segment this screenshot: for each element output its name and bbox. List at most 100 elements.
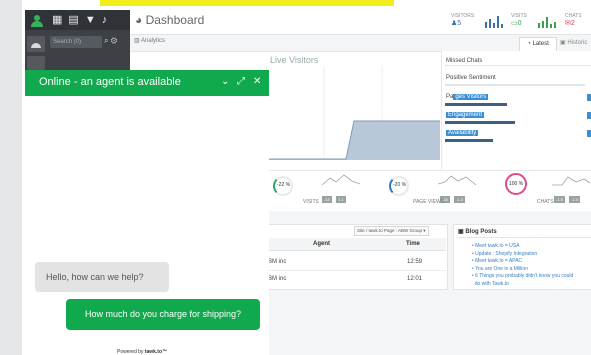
gauge-mini-stats: -1.5 -1.4 xyxy=(554,188,581,206)
gauge-label: VISITS xyxy=(303,199,319,205)
stat-chats[interactable]: CHATS ✉2 xyxy=(565,13,582,27)
blog-icon: ▣ xyxy=(458,229,464,235)
blog-link[interactable]: You are One in a Million xyxy=(475,266,528,272)
engagement-bar xyxy=(445,121,515,124)
left-strip xyxy=(0,0,22,355)
label-highlight: ges Visitors xyxy=(453,94,489,100)
column-time: Time xyxy=(406,241,420,247)
gauge-mini-stats: -14 1.1 xyxy=(322,188,346,206)
mini-stat: -1.4 xyxy=(569,196,581,203)
chevron-down-icon[interactable]: ⌄ xyxy=(221,76,229,87)
site-filter-select[interactable]: Site / tawk.to Page : ABW Group ▾ xyxy=(354,226,429,236)
sidebar-search-icons[interactable]: ⌕ ⚙ xyxy=(104,36,117,46)
cell-time: 12:59 xyxy=(407,259,423,265)
live-visitors-title: Live Visitors xyxy=(270,55,319,65)
pages-visitors-bar xyxy=(445,103,507,106)
blog-item[interactable]: do with Tawk.to xyxy=(472,281,573,289)
gauge-label: CHATS xyxy=(537,199,554,205)
stat-value: 0 xyxy=(517,20,522,27)
settings-icon[interactable]: ⚙ xyxy=(111,36,117,45)
tab-historic[interactable]: ▣ Historic xyxy=(560,37,587,50)
blog-item[interactable]: • Meet tawk.to = APAC xyxy=(472,258,573,266)
agent-message: Hello, how can we help? xyxy=(35,262,169,292)
search-icon[interactable]: ⌕ xyxy=(104,36,108,45)
mini-stat: -1.2 xyxy=(454,196,466,203)
blog-item[interactable]: • Update : Shopify Integration xyxy=(472,251,573,259)
breadcrumb: ▥ Analytics xyxy=(134,37,165,44)
availability-bar xyxy=(445,139,493,142)
availability-label: Availability xyxy=(446,130,479,136)
blog-title-text: Blog Posts xyxy=(465,229,497,235)
card-icon[interactable]: ▤ xyxy=(68,14,84,26)
blog-link[interactable]: Update : Shopify Integration xyxy=(475,251,537,257)
analytics-icon: ▥ xyxy=(134,38,140,44)
dashboard-icon: ◕ xyxy=(135,13,143,27)
visits-trend-icon xyxy=(322,174,360,186)
filter-icon[interactable]: ▼ xyxy=(85,14,102,26)
blog-link[interactable]: Meet tawk.to = APAC xyxy=(475,258,522,264)
page-title-text: Dashboard xyxy=(145,13,205,27)
blog-link[interactable]: do with Tawk.to xyxy=(475,281,509,287)
close-icon[interactable]: ✕ xyxy=(253,76,261,87)
visits-sparkline-icon xyxy=(538,17,556,28)
column-agent: Agent xyxy=(313,241,330,247)
stat-value: 5 xyxy=(457,20,462,27)
sentiment-label: Positive Sentiment xyxy=(446,75,496,81)
gauge-percent: -20 % xyxy=(393,182,407,188)
pie-chart-icon: ◔ xyxy=(527,41,531,47)
cell-agent: BM inc xyxy=(268,276,287,282)
blog-link[interactable]: Meet tawk.to = USA xyxy=(475,243,519,249)
blog-item[interactable]: • 6 Things you probably didn't know you … xyxy=(472,273,573,281)
visitors-sparkline-icon xyxy=(485,16,503,28)
divider xyxy=(445,65,591,66)
mini-stat: -1.5 xyxy=(554,196,565,203)
sidebar-toolbar-icons[interactable]: ▦▤▼♪ xyxy=(52,13,113,26)
user-avatar-icon[interactable] xyxy=(30,13,44,27)
tab-label: Historic xyxy=(567,40,588,46)
stat-visits[interactable]: VISITS ▭0 xyxy=(511,13,527,27)
mini-stat: -14 xyxy=(322,196,332,203)
popout-icon[interactable]: ⤢ xyxy=(237,76,245,87)
blog-title: ▣ Blog Posts xyxy=(458,228,497,235)
sidebar-item-home[interactable] xyxy=(27,36,45,52)
engagement-label: Engagement xyxy=(446,112,485,118)
stat-visitors[interactable]: VISITORS ♟5 xyxy=(451,13,474,27)
gauge-percent: 100 % xyxy=(509,181,524,187)
pages-visitors-badge xyxy=(587,94,591,101)
table-row[interactable]: BM inc 12:01 xyxy=(266,273,446,287)
blog-link[interactable]: 6 Things you probably didn't know you co… xyxy=(475,273,573,279)
bell-icon[interactable]: ♪ xyxy=(102,14,114,26)
home-icon xyxy=(31,43,41,48)
engagement-badge xyxy=(587,112,591,119)
pages-visitors-label: Pa ges Visitors xyxy=(446,94,489,100)
sidebar-search-input[interactable]: Search (0) xyxy=(50,36,102,48)
sidebar-item-chat[interactable] xyxy=(27,56,45,70)
notification-banner xyxy=(100,0,394,6)
breadcrumb-text: Analytics xyxy=(141,38,166,44)
blog-item[interactable]: • You are One in a Million xyxy=(472,266,573,274)
grid-icon[interactable]: ▦ xyxy=(52,14,68,26)
calendar-icon: ▣ xyxy=(560,40,566,46)
pageviews-trend-icon xyxy=(438,175,476,186)
sentiment-bar xyxy=(445,84,585,86)
availability-badge xyxy=(587,130,591,137)
visitor-message: How much do you charge for shipping? xyxy=(66,299,260,330)
tab-latest[interactable]: ◔ Latest xyxy=(519,37,557,51)
powered-by[interactable]: Powered by tawk.to™ xyxy=(117,349,167,355)
cell-time: 12:01 xyxy=(407,276,423,282)
table-row[interactable]: BM inc 12:59 xyxy=(266,256,446,270)
label-highlight: Engagement xyxy=(446,112,485,118)
blog-item[interactable]: • Meet tawk.to = USA xyxy=(472,243,573,251)
gauge-label: PAGE VIEWS xyxy=(413,199,445,205)
visits-icon: ▭ xyxy=(511,20,518,27)
stat-value: 2 xyxy=(570,20,575,27)
live-visitors-chart xyxy=(266,66,440,160)
divider xyxy=(457,237,591,238)
cell-agent: BM inc xyxy=(268,259,287,265)
powered-brand: tawk.to™ xyxy=(144,349,168,355)
powered-prefix: Powered by xyxy=(117,349,144,355)
chat-title: Online - an agent is available xyxy=(39,76,181,88)
tab-label: Latest xyxy=(532,41,549,47)
mini-stat: 1.1 xyxy=(336,196,346,203)
blog-list: • Meet tawk.to = USA • Update : Shopify … xyxy=(472,243,573,288)
